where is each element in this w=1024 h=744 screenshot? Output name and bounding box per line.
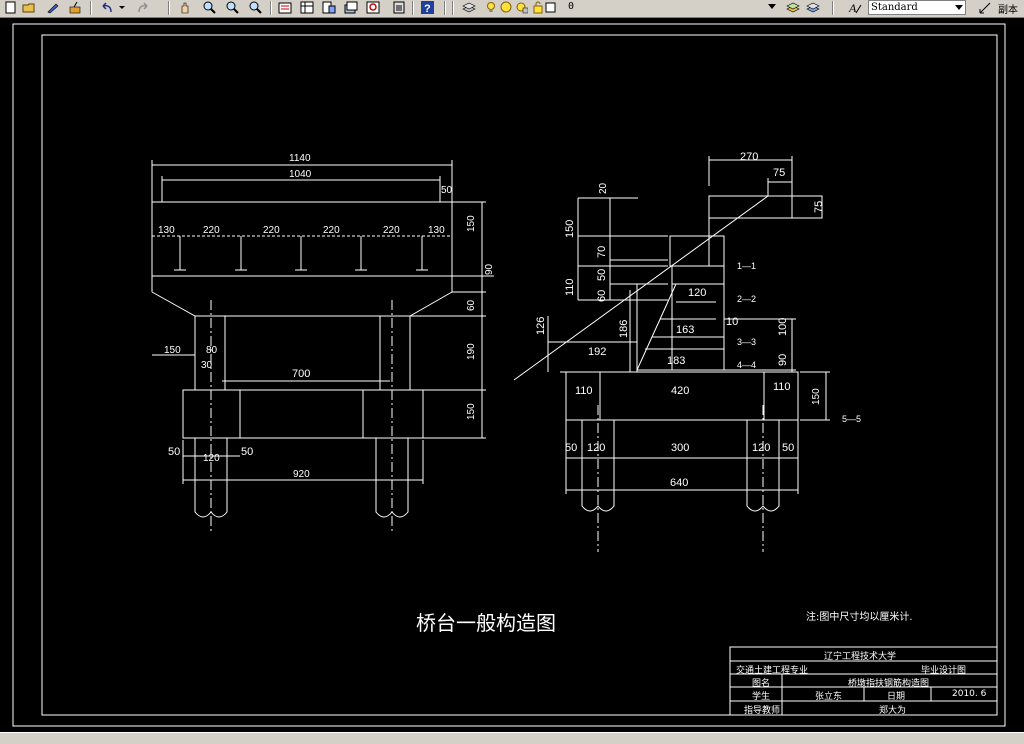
title-block-advisor-label: 指导教师 [744,706,781,716]
dim-220-1: 220 [203,225,220,236]
dim-220-3: 220 [323,225,340,236]
title-block-student-value: 张立东 [815,692,843,702]
dim-50-pile-right: 50 [782,442,795,454]
dim-50-side: 50 [596,268,608,281]
dim-120-pile-right: 120 [752,442,771,454]
horizontal-scrollbar[interactable] [0,732,1024,744]
dim-1040: 1040 [289,169,312,180]
dim-130-left: 130 [158,225,175,236]
dim-130-right: 130 [428,225,445,236]
dim-75-top: 75 [773,167,786,179]
dim-50: 50 [441,185,453,196]
dim-60-side: 60 [596,289,608,302]
dim-70: 70 [596,245,608,258]
dim-50-right: 50 [241,446,254,458]
dim-90-side: 90 [777,353,789,366]
dim-126: 126 [535,316,547,335]
section-5-5: 5—5 [842,414,862,424]
dim-110-footing-left: 110 [575,385,593,397]
title-block-advisor-value: 郑大为 [879,706,907,716]
title-block-university: 辽宁工程技术大学 [824,652,897,662]
dim-110-footing-right: 110 [773,381,791,393]
dim-60-vertical: 60 [466,299,477,311]
dim-150-side: 150 [564,219,576,238]
section-3-3: 3—3 [737,337,757,347]
dim-220-2: 220 [263,225,280,236]
dim-300: 300 [671,442,690,454]
drawing-title: 桥台一般构造图 [416,611,556,635]
section-2-2: 2—2 [737,294,757,304]
section-1-1: 1—1 [737,261,757,271]
dim-270: 270 [740,151,759,163]
dim-120: 120 [203,453,220,464]
title-block-name-label: 图名 [752,679,771,689]
drawing-note: 注:图中尺寸均以厘米计. [806,612,913,623]
title-block-name-value: 桥墩指扶钢筋构造图 [848,679,930,689]
title-block-major: 交通土建工程专业 [736,666,809,676]
drawing-canvas[interactable]: 1140 1040 50 130 220 220 220 220 130 150… [0,18,1024,732]
dim-1140: 1140 [289,153,311,164]
dim-90-vertical: 90 [484,263,495,275]
dim-50-left: 50 [168,446,181,458]
title-block-date-value: 2010. 6 [952,689,987,699]
section-4-4: 4—4 [737,360,757,370]
dim-150-footing: 150 [811,388,822,405]
dim-120-pile-left: 120 [587,442,606,454]
dim-100: 100 [777,317,789,336]
dim-110-side: 110 [564,278,576,296]
dim-120-side-top: 120 [688,287,707,299]
dim-183: 183 [667,355,686,367]
dim-163: 163 [676,324,695,336]
dim-50-pile-left: 50 [565,442,578,454]
title-block-student-label: 学生 [752,692,771,702]
dim-150-left: 150 [164,345,181,356]
dim-220-4: 220 [383,225,400,236]
dim-640: 640 [670,477,689,489]
dim-190-vertical: 190 [466,343,477,360]
dim-10: 10 [726,316,739,328]
dim-192: 192 [588,346,607,358]
dim-150-vertical-footing: 150 [466,403,477,420]
dim-20: 20 [598,182,609,194]
title-block-date-label: 日期 [887,692,906,702]
dim-150-vertical: 150 [466,215,477,232]
dim-80: 80 [206,345,218,356]
dim-30: 30 [201,360,213,371]
dim-420: 420 [671,385,690,397]
title-block-design-type: 毕业设计图 [921,666,967,676]
dim-920: 920 [293,469,310,480]
dim-75-vertical: 75 [813,200,825,213]
dim-700: 700 [292,368,311,380]
dim-186: 186 [618,319,630,338]
